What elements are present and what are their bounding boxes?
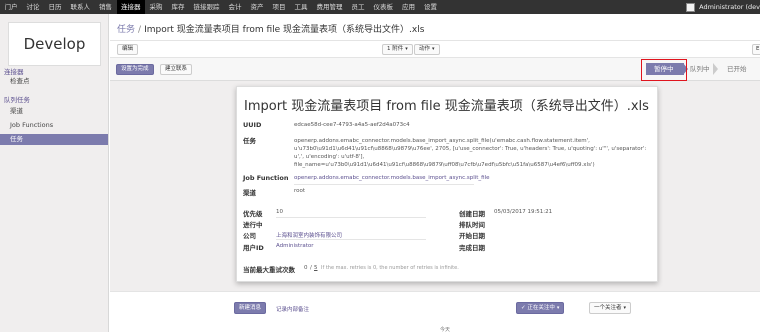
user-link[interactable]: Administrator bbox=[276, 243, 314, 249]
highlight-box bbox=[641, 59, 687, 81]
start-date-label: 开始日期 bbox=[459, 232, 485, 240]
user-name[interactable]: Administrator (dev bbox=[699, 3, 760, 11]
followers-button[interactable]: 一个关注者 ▾ bbox=[589, 302, 632, 314]
caret-down-icon: ▾ bbox=[623, 305, 627, 311]
top-menu-item[interactable]: 应用 bbox=[398, 0, 420, 14]
caret-down-icon: ▾ bbox=[432, 46, 435, 52]
sidebar-item-job-functions[interactable]: Job Functions bbox=[0, 120, 108, 131]
eta-label: 排队时间 bbox=[459, 221, 485, 229]
top-menu-item[interactable]: 采购 bbox=[145, 0, 167, 14]
priority-label: 优先级 bbox=[243, 210, 263, 218]
sidebar-item-checkpoint[interactable]: 检查点 bbox=[0, 76, 108, 87]
job-function-link[interactable]: openerp.addons.emabc_connector.models.ba… bbox=[294, 175, 490, 181]
task-value-line-1: openerp.addons.emabc_connector.models.ba… bbox=[294, 138, 590, 144]
stage-enqueued[interactable]: 队列中 bbox=[690, 63, 710, 75]
top-menu-item[interactable]: 设置 bbox=[420, 0, 442, 14]
top-menu-item[interactable]: 仪表板 bbox=[369, 0, 398, 14]
field-underline bbox=[276, 239, 426, 240]
caret-down-icon: ▾ bbox=[556, 305, 560, 311]
job-function-label: Job Function bbox=[243, 174, 289, 182]
create-date-value: 05/03/2017 19:51:21 bbox=[494, 209, 553, 215]
following-label: ✓ 正在关注中 bbox=[521, 305, 555, 311]
sidebar: Develop 连接器 检查点 队列任务 渠道 Job Functions 任务 bbox=[0, 14, 109, 332]
new-message-button[interactable]: 新建消息 bbox=[234, 302, 267, 314]
top-menu-item[interactable]: 门户 bbox=[0, 0, 22, 14]
log-note-link[interactable]: 记录内部备注 bbox=[276, 305, 309, 313]
edit-button[interactable]: 编辑 bbox=[117, 44, 139, 55]
sidebar-section-queue-jobs: 队列任务 bbox=[4, 96, 30, 104]
top-menu-item[interactable]: 连接器 bbox=[116, 0, 145, 14]
top-menu-item[interactable]: 库存 bbox=[167, 0, 189, 14]
task-value-line-3: u',', u'encoding': u'utf-8'], bbox=[294, 154, 365, 160]
create-date-label: 创建日期 bbox=[459, 210, 485, 218]
field-underline bbox=[294, 184, 474, 185]
attachment-label: 1 附件 bbox=[387, 46, 404, 52]
logo-text: Develop bbox=[23, 35, 86, 53]
sidebar-item-channels[interactable]: 渠道 bbox=[0, 106, 108, 117]
uuid-label: UUID bbox=[243, 121, 262, 129]
sidebar-section-connector: 连接器 bbox=[4, 68, 24, 76]
breadcrumb: 任务 / Import 现金流量表项目 from file 现金流量表项（系统导出文… bbox=[117, 22, 424, 35]
status-bar: 设置为完成 建立联系 暂停中 队列中 已开始 bbox=[110, 58, 760, 81]
action-label: 动作 bbox=[419, 46, 431, 52]
max-retries-label: 当前最大重试次数 bbox=[243, 266, 295, 274]
action-dropdown-button[interactable]: 动作 ▾ bbox=[414, 44, 440, 55]
top-menu-item[interactable]: 工具 bbox=[290, 0, 312, 14]
top-menu-item[interactable]: 日历 bbox=[44, 0, 66, 14]
top-menu-bar: 门户 讨论 日历 联系人 销售 连接器 采购 库存 链接跟踪 会计 资产 项目 工具 费用管理 员工 仪表板应… bbox=[0, 0, 760, 14]
form-content-area: Import 现金流量表项目 from file 现金流量表项（系统导出文件）.… bbox=[110, 81, 760, 291]
done-date-label: 完成日期 bbox=[459, 244, 485, 252]
company-label: 公司 bbox=[243, 232, 256, 240]
today-divider: 今天 bbox=[440, 327, 451, 332]
attachment-dropdown-button[interactable]: 1 附件 ▾ bbox=[382, 44, 413, 55]
set-done-button[interactable]: 设置为完成 bbox=[116, 64, 154, 75]
retry-separator: / bbox=[310, 265, 312, 271]
stage-arrow-icon bbox=[713, 63, 718, 75]
channel-label: 渠道 bbox=[243, 189, 256, 197]
user-label: 用户ID bbox=[243, 244, 264, 252]
top-menu-item[interactable]: 联系人 bbox=[66, 0, 95, 14]
breadcrumb-current: Import 现金流量表项目 from file 现金流量表项（系统导出文件）.… bbox=[144, 25, 425, 35]
pager-button[interactable]: E bbox=[752, 44, 760, 55]
task-value-line-4: file_name=u'u73b0\u91d1\u6d41\u91cf\u886… bbox=[294, 162, 595, 168]
priority-value: 10 bbox=[276, 209, 283, 215]
top-menu-item[interactable]: 链接跟踪 bbox=[189, 0, 224, 14]
breadcrumb-bar: 任务 / Import 现金流量表项目 from file 现金流量表项（系统导出文… bbox=[110, 14, 760, 41]
form-sheet: Import 现金流量表项目 from file 现金流量表项（系统导出文件）.… bbox=[236, 86, 658, 282]
top-menu-item[interactable]: 资产 bbox=[246, 0, 268, 14]
field-underline bbox=[276, 217, 426, 218]
top-menu-item[interactable]: 销售 bbox=[95, 0, 117, 14]
task-value-line-2: u'u73b0\u91d1\u6d41\u91cf\u8868\u9879\u7… bbox=[294, 146, 647, 152]
followers-label: 一个关注者 bbox=[594, 305, 622, 311]
breadcrumb-root-link[interactable]: 任务 bbox=[117, 25, 135, 35]
top-menu-item[interactable]: 讨论 bbox=[22, 0, 44, 14]
following-button[interactable]: ✓ 正在关注中 ▾ bbox=[516, 302, 565, 314]
sidebar-item-jobs[interactable]: 任务 bbox=[0, 134, 108, 145]
channel-value: root bbox=[294, 188, 306, 194]
retry-count: 0 bbox=[304, 265, 308, 271]
task-label: 任务 bbox=[243, 137, 256, 145]
top-menu-item[interactable]: 项目 bbox=[268, 0, 290, 14]
user-menu[interactable]: Administrator (dev bbox=[686, 0, 760, 14]
chatter-area: 新建消息 记录内部备注 ✓ 正在关注中 ▾ 一个关注者 ▾ 今天 bbox=[110, 291, 760, 332]
top-menu-item[interactable]: 员工 bbox=[347, 0, 369, 14]
link-button[interactable]: 建立联系 bbox=[160, 64, 193, 75]
uuid-value: edcae58d-cee7-4793-a4a5-aef2d4a073c4 bbox=[294, 122, 410, 128]
worker-label: 进行中 bbox=[243, 221, 263, 229]
top-menu-item[interactable]: 费用管理 bbox=[312, 0, 347, 14]
company-logo[interactable]: Develop bbox=[8, 22, 101, 66]
top-menu: 门户 讨论 日历 联系人 销售 连接器 采购 库存 链接跟踪 会计 资产 项目 工具 费用管理 员工 仪表板应… bbox=[0, 0, 442, 14]
caret-down-icon: ▾ bbox=[405, 46, 408, 52]
breadcrumb-separator: / bbox=[138, 25, 142, 35]
record-title: Import 现金流量表项目 from file 现金流量表项（系统导出文件）.… bbox=[244, 99, 649, 114]
stage-started[interactable]: 已开始 bbox=[727, 63, 747, 75]
company-link[interactable]: 上海和润室内装饰有限公司 bbox=[276, 231, 342, 239]
control-bar: 编辑 1 附件 ▾ 动作 ▾ E bbox=[110, 41, 760, 58]
user-avatar[interactable] bbox=[686, 2, 696, 12]
max-retries-hint: If the max. retries is 0, the number of … bbox=[321, 265, 459, 271]
max-retries-value: 5 bbox=[314, 265, 318, 271]
top-menu-item[interactable]: 会计 bbox=[224, 0, 246, 14]
